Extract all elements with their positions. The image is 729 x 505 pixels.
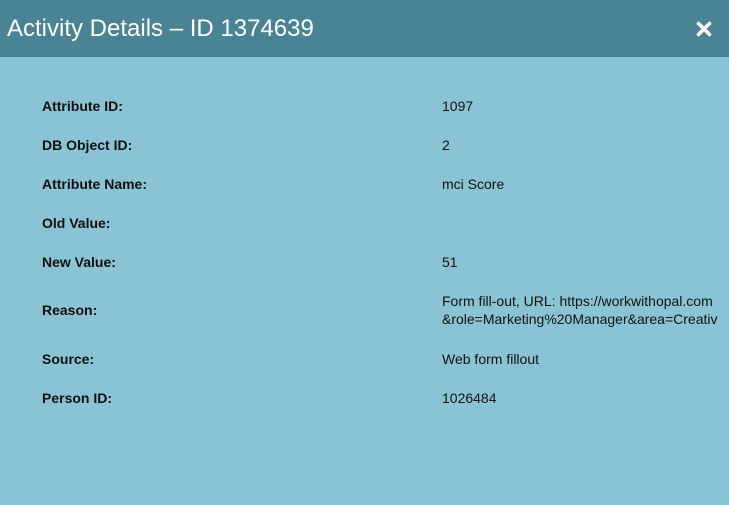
close-button[interactable] bbox=[692, 17, 716, 41]
dialog-header: Activity Details – ID 1374639 bbox=[0, 0, 729, 57]
reason-value-line: &role=Marketing%20Manager&area=Creativ bbox=[442, 311, 718, 327]
old-value-label: Old Value: bbox=[42, 215, 111, 231]
attribute-name-value: mci Score bbox=[442, 176, 505, 192]
reason-value-line: Form fill-out, URL: https://workwithopal… bbox=[442, 293, 713, 309]
new-value-label: New Value: bbox=[42, 254, 116, 270]
db-object-id-value: 2 bbox=[442, 137, 450, 153]
source-label: Source: bbox=[42, 351, 95, 367]
dialog-title: Activity Details – ID 1374639 bbox=[7, 15, 314, 42]
reason-value: Form fill-out, URL: https://workwithopal… bbox=[442, 292, 717, 328]
db-object-id-label: DB Object ID: bbox=[42, 137, 133, 153]
activity-details-dialog: Activity Details – ID 1374639 Attribute … bbox=[0, 0, 729, 505]
person-id-label: Person ID: bbox=[42, 390, 113, 406]
new-value-value: 51 bbox=[442, 254, 458, 270]
person-id-value: 1026484 bbox=[442, 390, 497, 406]
reason-label: Reason: bbox=[42, 302, 98, 318]
source-value: Web form fillout bbox=[442, 351, 539, 367]
attribute-id-value: 1097 bbox=[442, 98, 474, 114]
close-x-icon bbox=[696, 21, 712, 37]
attribute-id-label: Attribute ID: bbox=[42, 98, 123, 114]
attribute-name-label: Attribute Name: bbox=[42, 176, 148, 192]
